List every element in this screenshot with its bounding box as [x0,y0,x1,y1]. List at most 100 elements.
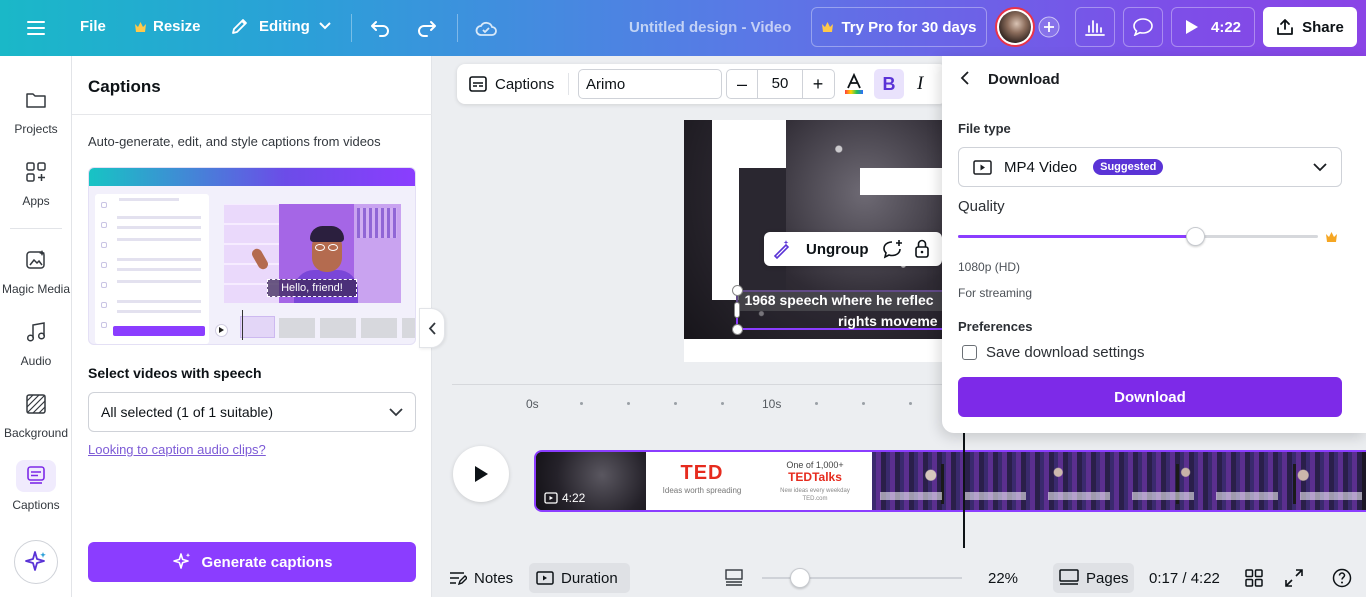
editing-label: Editing [259,17,310,35]
avatar[interactable] [995,7,1035,47]
file-type-value: MP4 Video [1004,158,1078,176]
panel-title: Captions [88,77,161,96]
ted-text: TEDTalks [788,470,842,484]
clip-duration-badge: 4:22 [544,491,585,505]
sparkle-icon [172,552,192,572]
help-icon[interactable] [1332,568,1352,588]
try-pro-button[interactable]: Try Pro for 30 days [811,7,987,47]
magic-assistant-button[interactable] [14,540,58,584]
chevron-down-icon [319,22,331,30]
timeline-playhead[interactable] [963,432,965,548]
bold-button[interactable]: B [874,69,904,99]
crown-icon [134,21,147,33]
save-settings-row[interactable]: Save download settings [962,344,1144,361]
cloud-saved-icon[interactable] [473,16,499,40]
file-type-dropdown[interactable]: MP4 Video Suggested [958,147,1342,187]
timeline-dot [862,402,865,405]
frame-shape [860,168,942,195]
video-icon [544,492,558,504]
caption-text[interactable]: 1968 speech where he reflec rights movem… [736,290,942,332]
page-view-icon[interactable] [725,569,743,587]
generate-captions-button[interactable]: Generate captions [88,542,416,582]
grid-view-icon[interactable] [1245,569,1263,587]
rail-item-magic-media[interactable]: Magic Media [0,244,72,296]
rail-item-projects[interactable]: Projects [0,84,72,136]
zoom-slider-thumb[interactable] [790,568,810,588]
timeline-dot [674,402,677,405]
resize-label: Resize [153,18,201,35]
comments-button[interactable] [1123,7,1163,47]
play-icon [1185,19,1199,35]
quality-slider-track[interactable] [958,235,1318,238]
rail-label: Apps [22,194,50,208]
add-comment-icon[interactable] [882,239,904,259]
text-color-button[interactable] [841,64,867,104]
undo-icon[interactable] [368,16,392,40]
notes-icon [449,570,467,586]
clip-thumbnail [872,452,1362,510]
ungroup-button[interactable]: Ungroup [806,241,868,258]
font-family-value: Arimo [586,75,626,93]
generate-label: Generate captions [201,553,333,571]
save-settings-checkbox[interactable] [962,345,977,360]
menu-icon[interactable] [24,16,48,40]
zoom-value: 22% [988,569,1019,587]
pages-button[interactable]: Pages [1053,563,1134,593]
increase-font-size-button[interactable]: + [803,74,833,95]
chevron-left-icon [958,70,974,86]
file-menu[interactable]: File [80,18,106,35]
resize-handle[interactable] [732,324,743,335]
folder-icon [16,84,56,116]
bar-chart-icon [1085,18,1105,36]
quality-slider-thumb[interactable] [1186,227,1206,246]
document-title[interactable]: Untitled design - Video [629,19,791,36]
background-icon [16,388,56,420]
time-value: 0:17 / 4:22 [1149,569,1220,587]
font-size-value[interactable]: 50 [757,70,803,98]
lock-icon[interactable] [914,239,930,259]
play-duration: 4:22 [1210,18,1242,36]
rail-label: Projects [14,122,58,136]
font-size-stepper[interactable]: – 50 + [726,69,835,99]
download-title: Download [988,71,1060,88]
fullscreen-icon[interactable] [1285,569,1303,587]
duration-button[interactable]: Duration [529,563,630,593]
present-play-button[interactable]: 4:22 [1171,7,1255,47]
add-collaborator-icon[interactable] [1036,14,1062,40]
redo-icon[interactable] [415,16,439,40]
rail-label: Magic Media [1,282,71,296]
share-button[interactable]: Share [1263,7,1357,47]
notes-button[interactable]: Notes [449,563,513,593]
captions-icon [16,460,56,492]
share-label: Share [1302,18,1344,36]
panel-description: Auto-generate, edit, and style captions … [88,134,381,149]
resize-handle[interactable] [734,302,740,318]
collapse-panel-button[interactable] [419,308,445,348]
top-bar: File Resize Editing Untitled design - Vi… [0,0,1366,56]
insights-button[interactable] [1075,7,1115,47]
rail-item-captions[interactable]: Captions [0,460,72,512]
download-button[interactable]: Download [958,377,1342,417]
divider [457,14,458,42]
ted-text: One of 1,000+ [786,460,844,470]
captions-style-button[interactable]: Captions [469,64,554,104]
rail-item-apps[interactable]: Apps [0,156,72,208]
italic-button[interactable]: I [917,64,923,104]
timeline-dot [815,402,818,405]
video-clip-track[interactable]: TED Ideas worth spreading One of 1,000+ … [534,450,1366,512]
timeline-play-button[interactable] [453,446,509,502]
video-select-dropdown[interactable]: All selected (1 of 1 suitable) [88,392,416,432]
resize-button[interactable]: Resize [134,18,201,35]
resize-handle[interactable] [732,285,743,296]
zoom-percentage[interactable]: 22% [988,563,1018,593]
decrease-font-size-button[interactable]: – [727,74,757,95]
rail-item-audio[interactable]: Audio [0,316,72,368]
captions-label: Captions [495,75,555,93]
timeline-tick: 10s [762,397,782,411]
magic-edit-icon[interactable] [772,239,792,259]
rail-item-background[interactable]: Background [0,388,72,440]
font-family-input[interactable]: Arimo [578,69,722,99]
back-button[interactable] [958,70,974,86]
caption-audio-link[interactable]: Looking to caption audio clips? [88,442,266,457]
editing-mode-button[interactable]: Editing [230,16,331,36]
